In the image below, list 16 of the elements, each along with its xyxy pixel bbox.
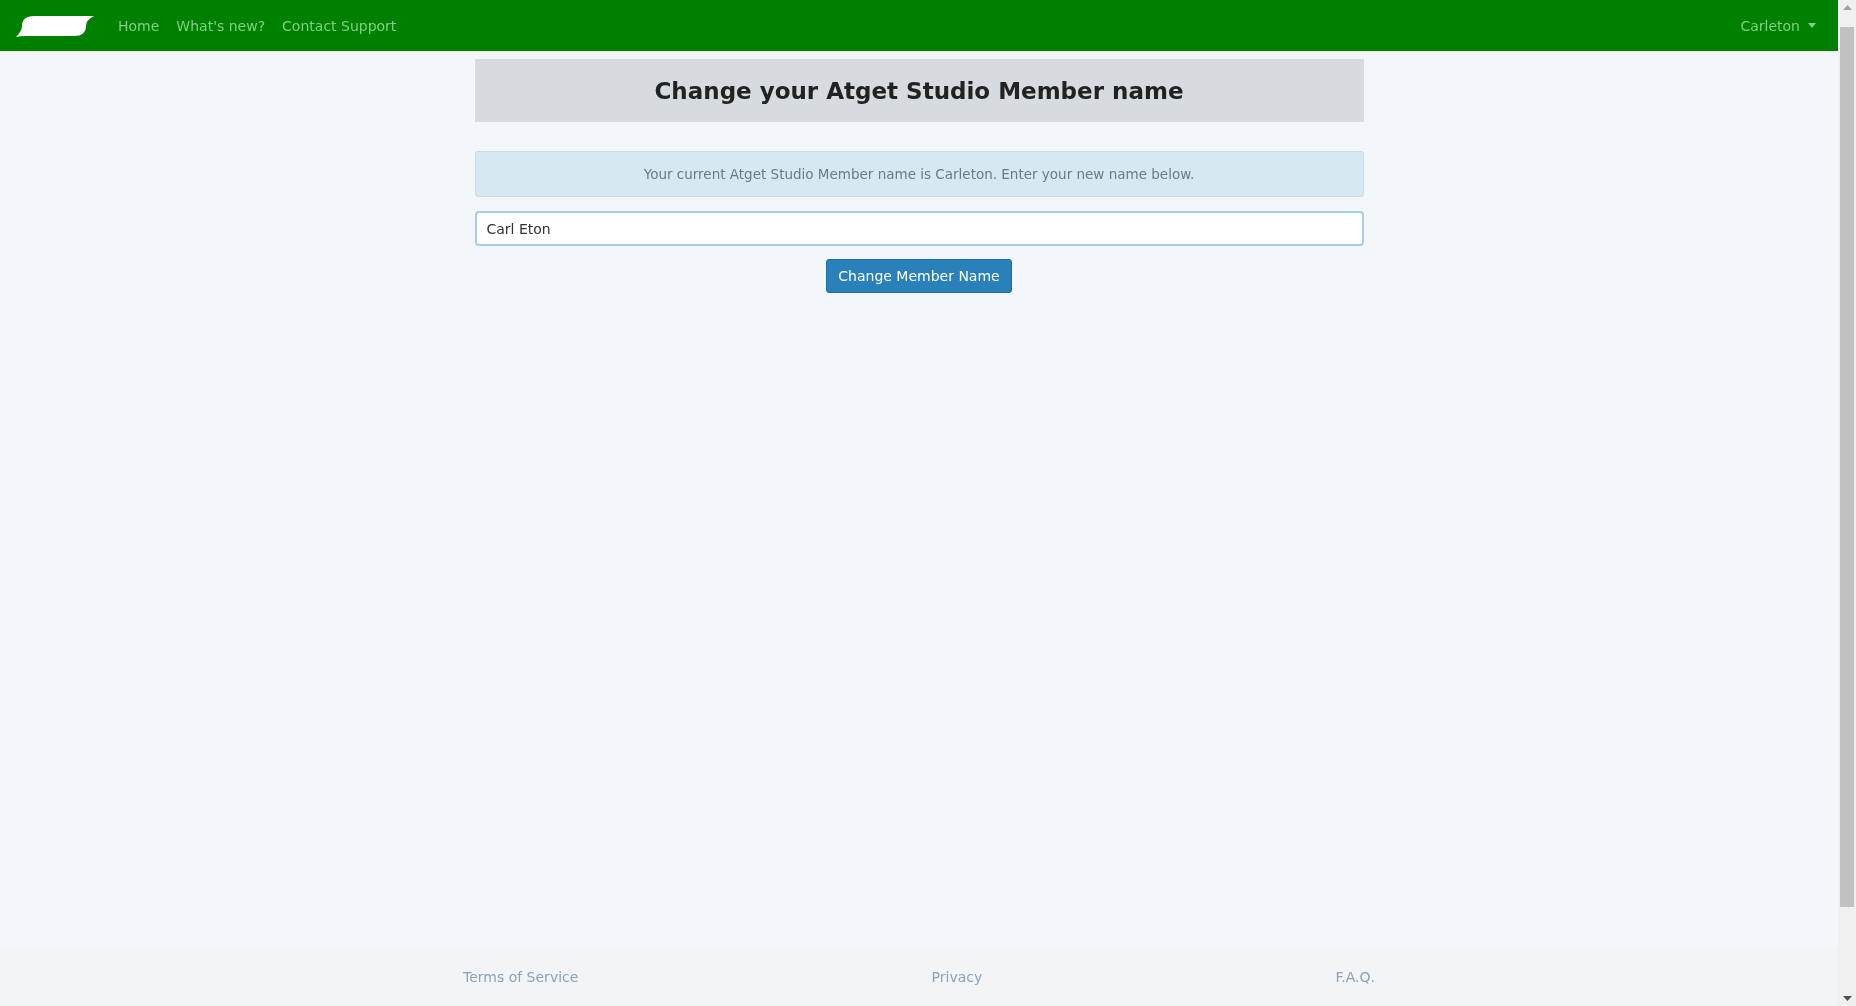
name-input-field[interactable]: Carl Eton [474, 211, 1364, 246]
info-alert: Your current Atget Studio Member name is Carleton. Enter your new name below. [474, 151, 1364, 197]
footer-link[interactable]: Privacy [931, 968, 983, 985]
caret-icon [1808, 23, 1816, 28]
scrollbar[interactable] [1838, 0, 1856, 1006]
scroll-down-icon[interactable] [1842, 996, 1852, 1001]
nav-link[interactable]: What's new? [176, 17, 266, 34]
page-title: Change your Atget Studio Member name [654, 77, 1184, 104]
user-menu[interactable]: Carleton [1740, 17, 1816, 34]
scrollbar-thumb[interactable] [1840, 27, 1854, 907]
footer-link[interactable]: Terms of Service [463, 968, 579, 985]
nav-link[interactable]: Contact Support [282, 17, 397, 34]
nav-link[interactable]: Home [118, 17, 160, 34]
footer-link[interactable]: F.A.Q. [1335, 968, 1375, 985]
change-name-button[interactable]: Change Member Name [826, 259, 1012, 293]
scroll-up-icon[interactable] [1842, 5, 1852, 10]
